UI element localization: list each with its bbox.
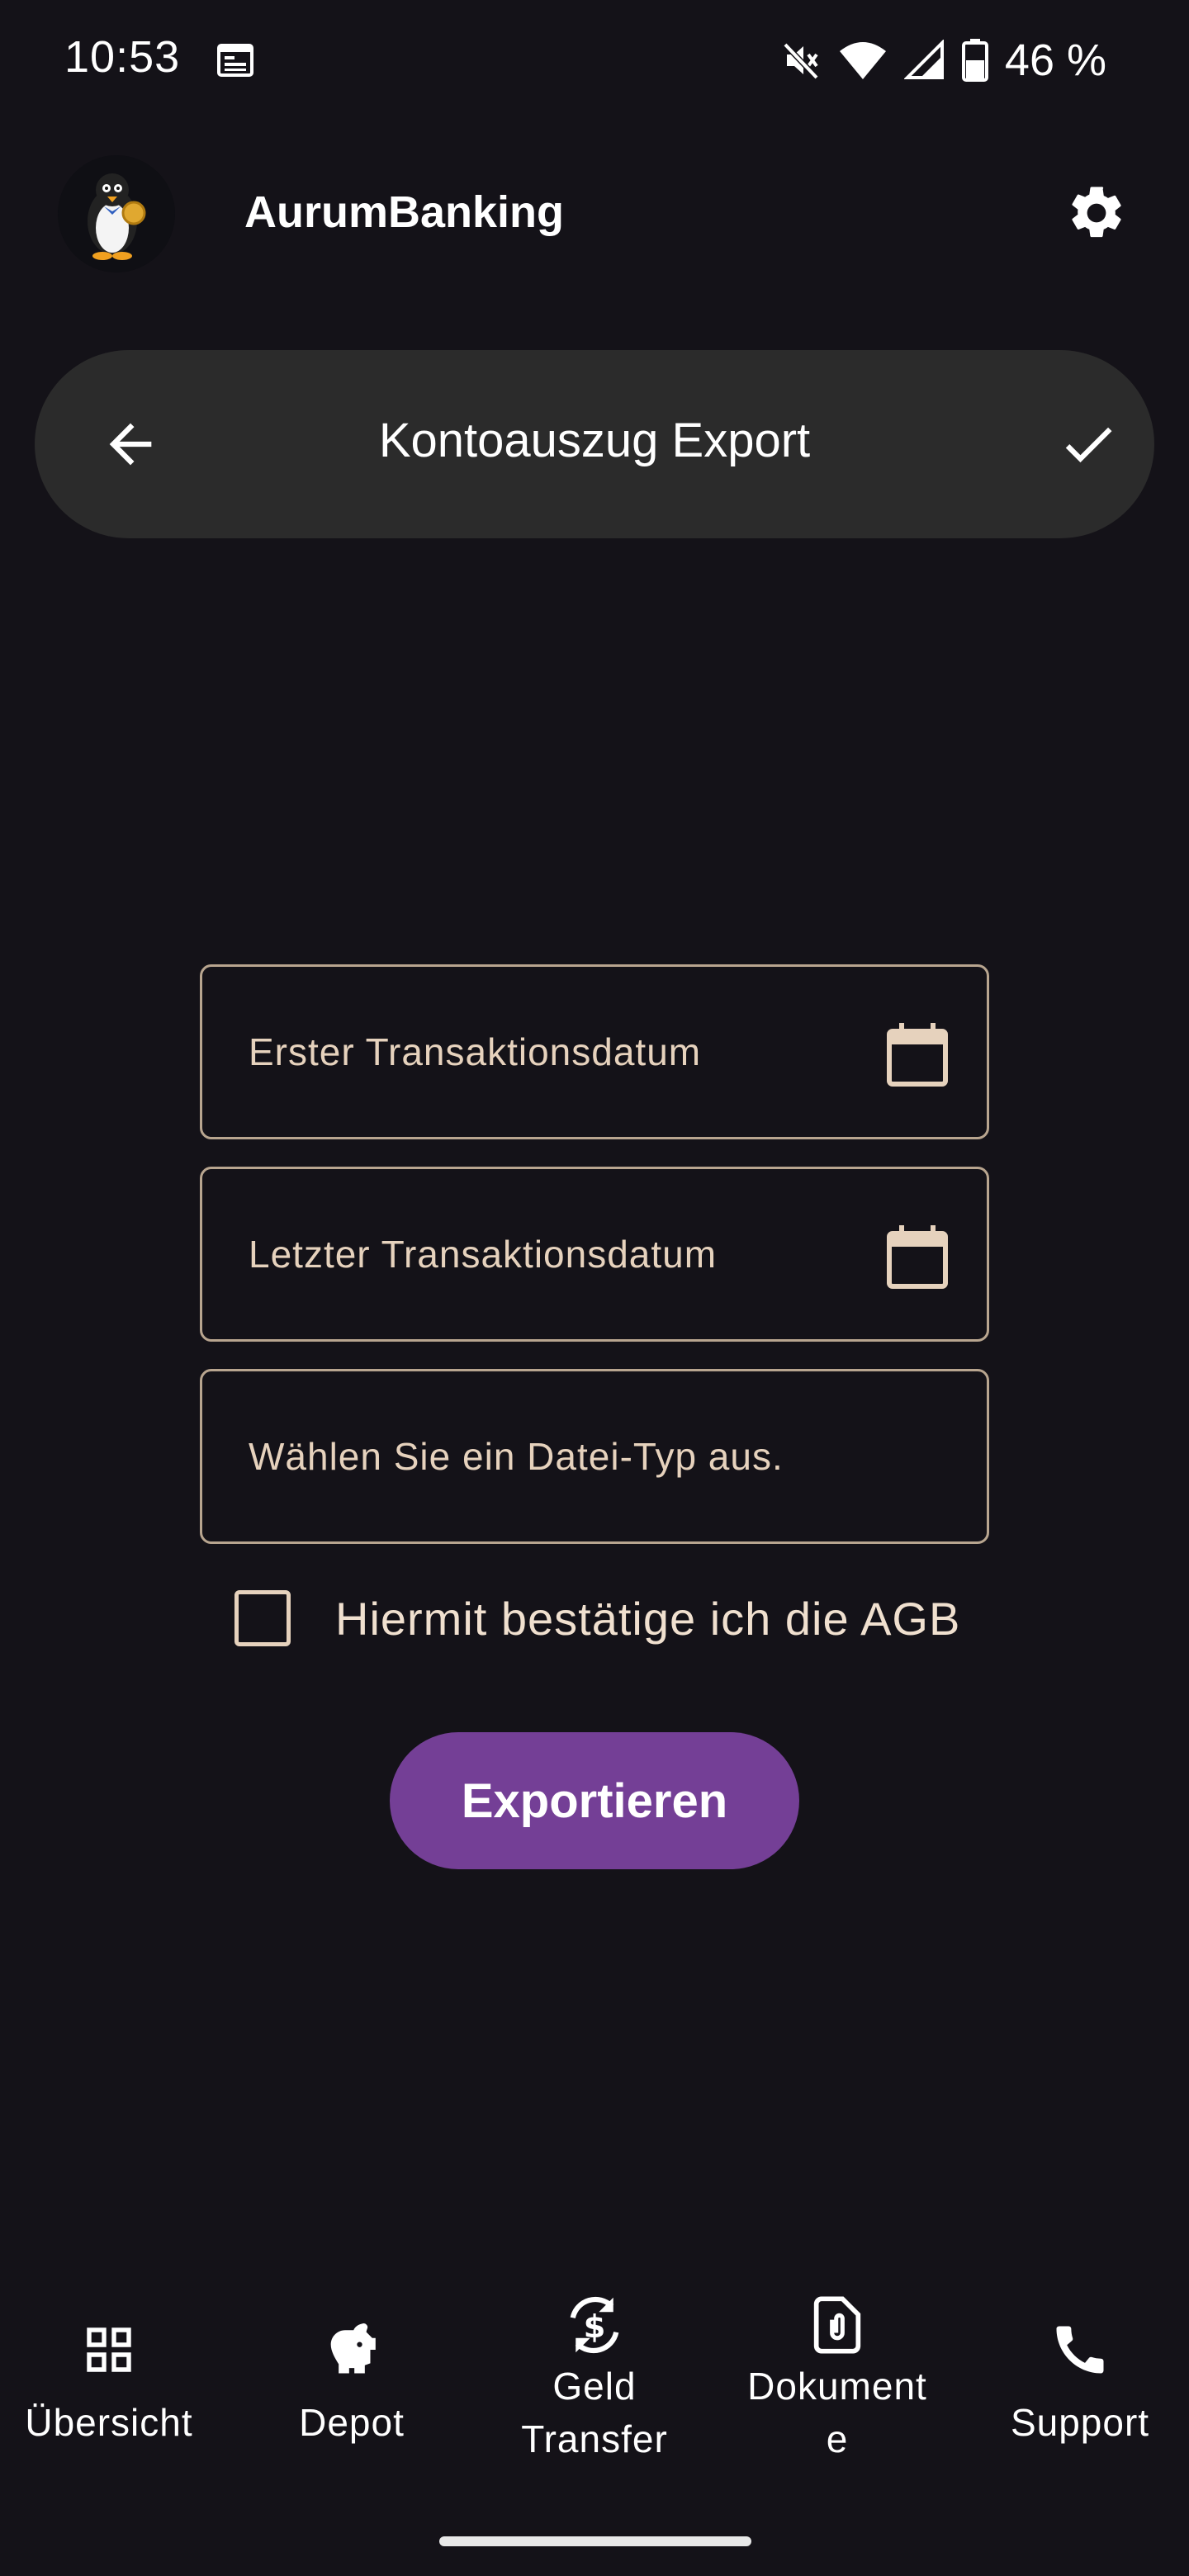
- nav-label: Übersicht: [25, 2401, 193, 2444]
- nav-label-line2: Transfer: [521, 2417, 668, 2460]
- agb-checkbox[interactable]: [234, 1590, 291, 1646]
- top-app-bar: Kontoauszug Export: [35, 350, 1154, 538]
- gear-icon[interactable]: [1065, 182, 1128, 244]
- first-date-placeholder: Erster Transaktionsdatum: [249, 1030, 702, 1073]
- status-bar: 10:53 46 %: [0, 0, 1189, 124]
- page-title: Kontoauszug Export: [378, 414, 811, 467]
- check-icon[interactable]: [1057, 413, 1120, 476]
- piggy-bank-icon: [330, 2323, 376, 2374]
- first-date-field[interactable]: Erster Transaktionsdatum: [200, 964, 989, 1139]
- nav-item-geld-transfer[interactable]: $ Geld Transfer: [476, 2271, 713, 2518]
- export-button[interactable]: Exportieren: [390, 1732, 799, 1869]
- penguin-logo-icon[interactable]: [58, 155, 175, 272]
- nav-label-line1: Geld: [552, 2365, 637, 2408]
- nav-item-dokumente[interactable]: Dokument e: [718, 2271, 956, 2518]
- nav-label: Support: [1010, 2401, 1150, 2444]
- last-date-field[interactable]: Letzter Transaktionsdatum: [200, 1167, 989, 1342]
- nav-item-support[interactable]: Support: [961, 2271, 1189, 2518]
- app-header: AurumBanking: [0, 149, 1189, 272]
- nav-label-line1: Dokument: [747, 2365, 927, 2408]
- phone-icon: [1056, 2326, 1104, 2374]
- battery-icon: [961, 39, 988, 82]
- mute-icon: [783, 42, 819, 80]
- nav-item-uebersicht[interactable]: Übersicht: [0, 2271, 228, 2518]
- nav-label: Depot: [299, 2401, 405, 2444]
- svg-text:$: $: [584, 2308, 606, 2346]
- app-title: AurumBanking: [244, 187, 565, 237]
- agb-label: Hiermit bestätige ich die AGB: [335, 1592, 961, 1645]
- grid-icon: [87, 2327, 131, 2372]
- currency-exchange-icon: $: [570, 2296, 619, 2354]
- file-type-select[interactable]: Wählen Sie ein Datei-Typ aus.: [200, 1369, 989, 1544]
- status-time: 10:53: [64, 32, 181, 82]
- calendar-icon[interactable]: [884, 1224, 950, 1291]
- battery-level: 46 %: [1004, 36, 1106, 85]
- calendar-icon: [217, 44, 253, 77]
- document-attach-icon: [813, 2296, 861, 2354]
- calendar-icon[interactable]: [884, 1021, 950, 1089]
- signal-icon: [903, 40, 944, 79]
- nav-label-line2: e: [826, 2417, 849, 2460]
- wifi-icon: [839, 42, 886, 79]
- home-indicator[interactable]: [439, 2536, 751, 2546]
- nav-item-depot[interactable]: Depot: [233, 2271, 471, 2518]
- agb-checkbox-row[interactable]: Hiermit bestätige ich die AGB: [234, 1585, 1027, 1651]
- status-icons: 46 %: [780, 31, 1106, 89]
- bottom-navigation: Übersicht Depot $ Geld Transfer Dokument…: [0, 2271, 1189, 2518]
- file-type-placeholder: Wählen Sie ein Datei-Typ aus.: [249, 1435, 784, 1478]
- last-date-placeholder: Letzter Transaktionsdatum: [249, 1233, 718, 1276]
